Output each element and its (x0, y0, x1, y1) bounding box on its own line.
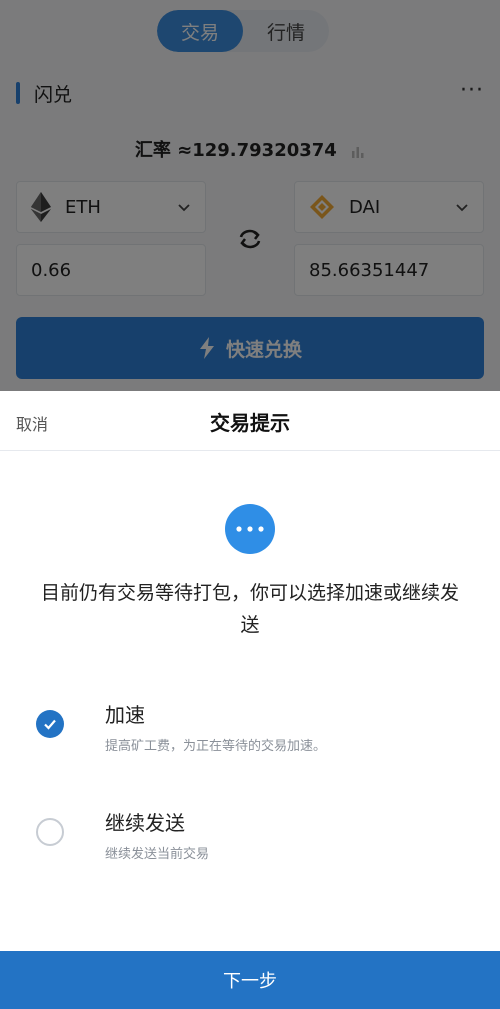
sheet-title: 交易提示 (210, 411, 290, 435)
sheet-header: 取消 交易提示 (0, 391, 500, 451)
option-continue-send-desc: 继续发送当前交易 (105, 847, 210, 862)
next-step-button[interactable]: 下一步 (0, 951, 500, 1009)
pending-dots-icon (225, 504, 275, 554)
option-speed-up-title: 加速 (105, 703, 145, 727)
transaction-prompt-sheet: 取消 交易提示 目前仍有交易等待打包，你可以选择加速或继续发送 加速 提高矿工费… (0, 391, 500, 1009)
radio-unchecked-icon[interactable] (36, 818, 64, 846)
option-continue-send[interactable]: 继续发送 继续发送当前交易 (0, 799, 500, 869)
option-speed-up[interactable]: 加速 提高矿工费，为正在等待的交易加速。 (0, 691, 500, 761)
option-speed-up-desc: 提高矿工费，为正在等待的交易加速。 (105, 739, 327, 754)
prompt-message: 目前仍有交易等待打包，你可以选择加速或继续发送 (40, 582, 459, 636)
option-continue-send-title: 继续发送 (105, 811, 185, 835)
radio-checked-icon[interactable] (36, 710, 64, 738)
